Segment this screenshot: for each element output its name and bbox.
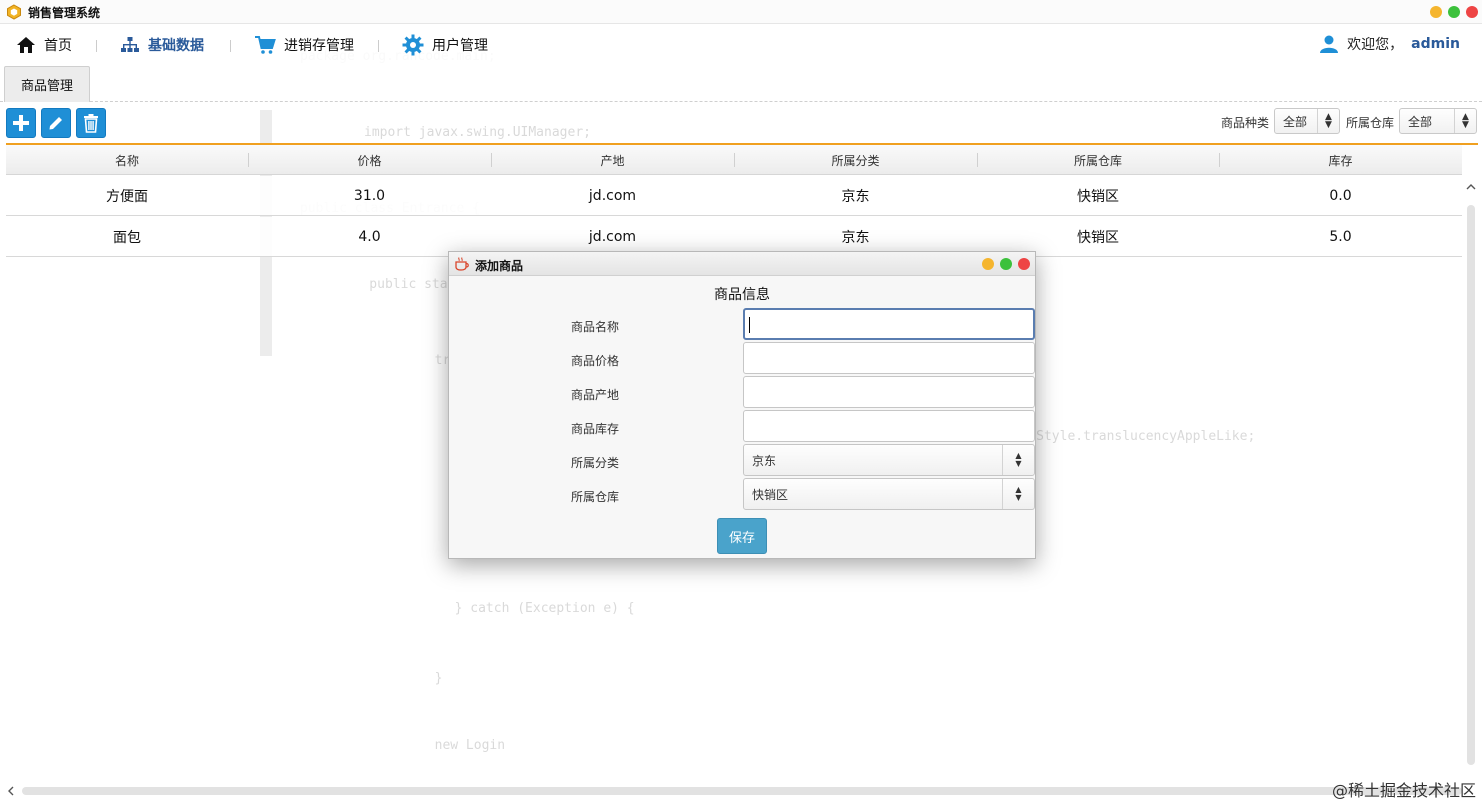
product-name-label: 商品名称	[571, 320, 620, 334]
menu-item-label: 首页	[44, 38, 72, 54]
category-filter-select[interactable]: 全部 ▲ ▼	[1274, 108, 1340, 134]
menu-item-user-management[interactable]: 用户管理	[402, 34, 488, 56]
menu-item-home[interactable]: 首页	[16, 34, 72, 56]
category-select[interactable]: 京东 ▲ ▼	[743, 444, 1035, 476]
category-select-label: 所属分类	[571, 456, 620, 470]
horizontal-scrollbar[interactable]	[0, 782, 1482, 802]
column-header-stock[interactable]: 库存	[1219, 145, 1462, 175]
product-price-label: 商品价格	[571, 354, 620, 368]
vertical-scrollbar[interactable]	[1464, 175, 1478, 785]
tab-strip: 商品管理	[0, 66, 1482, 102]
cell-stock: 0.0	[1329, 188, 1352, 204]
gear-icon	[402, 34, 424, 56]
home-icon	[17, 37, 35, 53]
cell-origin: jd.com	[588, 188, 637, 204]
sitemap-icon	[121, 37, 139, 52]
user-icon	[1320, 35, 1339, 53]
cell-warehouse: 快销区	[1077, 189, 1119, 205]
menu-separator	[230, 40, 231, 52]
warehouse-select-value: 快销区	[752, 487, 789, 502]
menu-item-inventory[interactable]: 进销存管理	[254, 34, 354, 56]
maximize-button[interactable]	[1448, 6, 1460, 18]
user-info: 欢迎您， admin	[1319, 34, 1460, 54]
table-row[interactable]: 方便面 31.0 jd.com 京东 快销区 0.0	[6, 176, 1462, 216]
watermark: @稀土掘金技术社区	[1331, 781, 1476, 800]
username: admin	[1411, 36, 1460, 52]
cell-price: 31.0	[353, 188, 386, 204]
scroll-left-icon[interactable]	[4, 784, 18, 798]
title-bar: 销售管理系统	[0, 0, 1482, 24]
menu-separator	[96, 40, 97, 52]
coffee-cup-icon	[455, 257, 469, 271]
dialog-heading: 商品信息	[714, 287, 770, 303]
product-stock-label: 商品库存	[571, 422, 620, 436]
scrollbar-thumb[interactable]	[22, 787, 1462, 795]
column-header-category[interactable]: 所属分类	[734, 145, 977, 175]
menu-bar: 首页 基础数据 进销存管理 用户管理 欢迎您， admin	[0, 24, 1482, 66]
column-header-origin[interactable]: 产地	[491, 145, 734, 175]
spinner-arrows-icon: ▲ ▼	[1454, 109, 1476, 133]
add-button[interactable]	[6, 108, 36, 138]
dialog-close-button[interactable]	[1018, 258, 1030, 270]
menu-item-label: 用户管理	[432, 38, 488, 54]
product-name-input[interactable]	[743, 308, 1035, 340]
column-header-warehouse[interactable]: 所属仓库	[977, 145, 1219, 175]
warehouse-filter-label: 所属仓库	[1346, 116, 1395, 130]
column-header-name[interactable]: 名称	[6, 145, 248, 175]
pencil-icon	[49, 117, 62, 130]
warehouse-select[interactable]: 快销区 ▲ ▼	[743, 478, 1035, 510]
shopping-cart-icon	[255, 36, 276, 54]
delete-button[interactable]	[76, 108, 106, 138]
app-logo-icon	[7, 4, 21, 20]
cell-name: 面包	[113, 230, 141, 246]
warehouse-select-label: 所属仓库	[571, 490, 620, 504]
menu-item-label: 基础数据	[148, 38, 204, 54]
spinner-arrows-icon: ▲ ▼	[1002, 445, 1034, 475]
add-product-dialog: 添加商品 商品信息 商品名称 商品价格 商品产地 商品库存 所属分类 京东 ▲ ▼…	[448, 251, 1036, 559]
table-header: 名称 价格 产地 所属分类 所属仓库 库存	[6, 145, 1462, 175]
category-filter-label: 商品种类	[1221, 116, 1270, 130]
scroll-up-icon[interactable]	[1464, 181, 1478, 193]
column-header-price[interactable]: 价格	[248, 145, 491, 175]
menu-item-label: 进销存管理	[284, 38, 354, 54]
category-filter-value: 全部	[1283, 114, 1308, 129]
text-caret	[749, 317, 750, 333]
edit-button[interactable]	[41, 108, 71, 138]
minimize-button[interactable]	[1430, 6, 1442, 18]
tab-product-management[interactable]: 商品管理	[4, 66, 90, 102]
dialog-maximize-button[interactable]	[1000, 258, 1012, 270]
product-price-input[interactable]	[743, 342, 1035, 374]
warehouse-filter-select[interactable]: 全部 ▲ ▼	[1399, 108, 1477, 134]
spinner-arrows-icon: ▲ ▼	[1002, 479, 1034, 509]
category-select-value: 京东	[752, 453, 777, 468]
close-button[interactable]	[1466, 6, 1478, 18]
trash-icon	[84, 114, 98, 133]
product-origin-input[interactable]	[743, 376, 1035, 408]
dialog-title-bar[interactable]: 添加商品	[449, 252, 1035, 276]
cell-stock: 5.0	[1329, 229, 1352, 245]
warehouse-filter-value: 全部	[1408, 114, 1433, 129]
product-origin-label: 商品产地	[571, 388, 620, 402]
spinner-arrows-icon: ▲ ▼	[1317, 109, 1339, 133]
menu-separator	[378, 40, 379, 52]
window-title: 销售管理系统	[28, 6, 101, 20]
dialog-minimize-button[interactable]	[982, 258, 994, 270]
dialog-title: 添加商品	[475, 259, 524, 273]
cell-category: 京东	[841, 189, 870, 205]
menu-item-basic-data[interactable]: 基础数据	[120, 34, 204, 56]
save-button[interactable]: 保存	[717, 518, 767, 554]
cell-name: 方便面	[106, 189, 148, 205]
product-stock-input[interactable]	[743, 410, 1035, 442]
plus-icon	[13, 115, 29, 131]
scrollbar-thumb[interactable]	[1467, 205, 1475, 765]
welcome-text: 欢迎您，	[1347, 37, 1404, 53]
